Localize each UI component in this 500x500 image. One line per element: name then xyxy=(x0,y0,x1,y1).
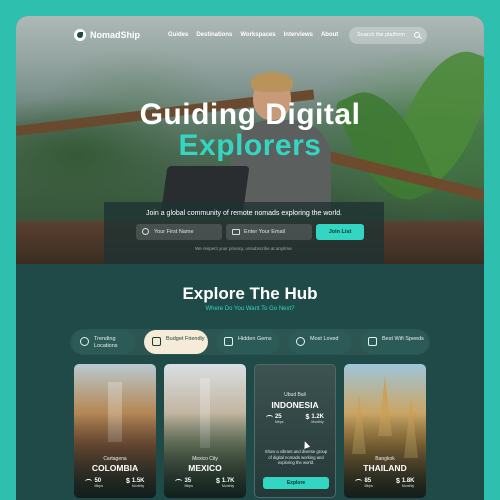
gem-icon xyxy=(224,337,233,346)
destination-card-thailand[interactable]: Bangkok THAILAND 85 Mbps $1.8K Monthly xyxy=(344,364,426,498)
card-stats: 25 Mbps $1.2K Monthly xyxy=(255,414,335,424)
logo[interactable]: NomadShip xyxy=(74,29,140,41)
top-nav: NomadShip Guides Destinations Workspaces… xyxy=(16,24,484,48)
cost-unit: Monthly xyxy=(221,484,235,488)
filter-most-loved[interactable]: Most Loved xyxy=(288,330,352,354)
user-icon xyxy=(142,228,149,235)
nav-link-guides[interactable]: Guides xyxy=(168,32,188,38)
card-country: INDONESIA xyxy=(271,400,319,410)
filter-label: Budget Friendly xyxy=(166,336,205,342)
wifi-icon xyxy=(175,479,183,484)
destination-card-indonesia[interactable]: Ubud Bali INDONESIA 25 Mbps $1.2K Monthly … xyxy=(254,364,336,498)
card-city: Mexico City xyxy=(192,456,218,462)
cursor-icon xyxy=(301,440,311,449)
destination-card-colombia[interactable]: Cartagena COLOMBIA 50 Mbps $1.5K Monthly xyxy=(74,364,156,498)
wifi-icon xyxy=(265,415,273,420)
join-panel: Join a global community of remote nomads… xyxy=(104,202,384,264)
join-list-button[interactable]: Join List xyxy=(316,224,364,240)
hero-section: NomadShip Guides Destinations Workspaces… xyxy=(16,16,484,264)
filter-label: Hidden Gems xyxy=(238,336,272,342)
wifi-icon xyxy=(355,479,363,484)
cost-unit: Monthly xyxy=(311,420,324,424)
filter-label: Trending Locations xyxy=(94,336,118,349)
filter-label: Best Wifi Speeds xyxy=(382,336,424,342)
card-city: Cartagena xyxy=(103,456,127,462)
first-name-field[interactable]: Your First Name xyxy=(136,224,222,240)
card-country: THAILAND xyxy=(363,463,407,473)
cost-unit: Monthly xyxy=(131,484,145,488)
page-frame: NomadShip Guides Destinations Workspaces… xyxy=(16,16,484,500)
nav-link-interviews[interactable]: Interviews xyxy=(284,32,313,38)
nav-link-about[interactable]: About xyxy=(321,32,338,38)
nav-links: Guides Destinations Workspaces Interview… xyxy=(168,32,338,38)
hero-title-line2: Explorers xyxy=(178,129,322,162)
search-placeholder: Search the platform xyxy=(357,32,405,38)
first-name-placeholder: Your First Name xyxy=(154,229,194,235)
dollar-icon: $ xyxy=(395,478,400,485)
card-stats: 35 Mbps $1.7K Monthly xyxy=(164,478,246,488)
fire-icon xyxy=(80,337,89,346)
search-icon[interactable] xyxy=(414,32,420,38)
card-city: Bangkok xyxy=(375,456,395,462)
card-description: Show a vibrant and diverse group of digi… xyxy=(264,449,328,465)
card-country: MEXICO xyxy=(188,463,222,473)
dollar-icon: $ xyxy=(125,478,130,485)
cost-unit: Monthly xyxy=(401,484,415,488)
dollar-icon: $ xyxy=(215,478,220,485)
card-stats: 85 Mbps $1.8K Monthly xyxy=(344,478,426,488)
wifi-unit: Mbps xyxy=(364,484,374,488)
heart-icon xyxy=(296,337,305,346)
hub-subtitle: Where Do You Want To Go Next? xyxy=(205,306,295,312)
hero-title-line1: Guiding Digital xyxy=(139,98,361,131)
card-stats: 50 Mbps $1.5K Monthly xyxy=(74,478,156,488)
search-input[interactable]: Search the platform xyxy=(349,27,427,44)
filter-bar: Trending Locations Budget Friendly Hidde… xyxy=(70,329,430,355)
email-placeholder: Enter Your Email xyxy=(244,229,285,235)
filter-label: Most Loved xyxy=(310,336,339,342)
destination-card-mexico[interactable]: Mexico City MEXICO 35 Mbps $1.7K Monthly xyxy=(164,364,246,498)
nav-link-destinations[interactable]: Destinations xyxy=(196,32,232,38)
hand-coins-icon xyxy=(152,337,161,346)
filter-budget[interactable]: Budget Friendly xyxy=(144,330,208,354)
explore-button[interactable]: Explore xyxy=(263,477,329,489)
privacy-note: We respect your privacy, unsubscribe at … xyxy=(195,246,293,251)
filter-hidden-gems[interactable]: Hidden Gems xyxy=(216,330,280,354)
filter-best-wifi[interactable]: Best Wifi Speeds xyxy=(360,330,428,354)
mail-icon xyxy=(232,229,240,235)
filter-trending[interactable]: Trending Locations xyxy=(72,330,136,354)
email-field[interactable]: Enter Your Email xyxy=(226,224,312,240)
card-country: COLOMBIA xyxy=(91,463,139,473)
nav-link-workspaces[interactable]: Workspaces xyxy=(240,32,275,38)
dollar-icon: $ xyxy=(305,414,310,421)
hub-title: Explore The Hub xyxy=(182,284,318,303)
card-city: Ubud Bali xyxy=(284,392,306,398)
join-tagline: Join a global community of remote nomads… xyxy=(145,210,343,217)
brand-name: NomadShip xyxy=(90,30,141,40)
wifi-unit: Mbps xyxy=(274,420,284,424)
wifi-unit: Mbps xyxy=(94,484,104,488)
wifi-icon xyxy=(85,479,93,484)
logo-icon xyxy=(74,29,86,41)
wifi-unit: Mbps xyxy=(184,484,194,488)
laptop-icon xyxy=(368,337,377,346)
